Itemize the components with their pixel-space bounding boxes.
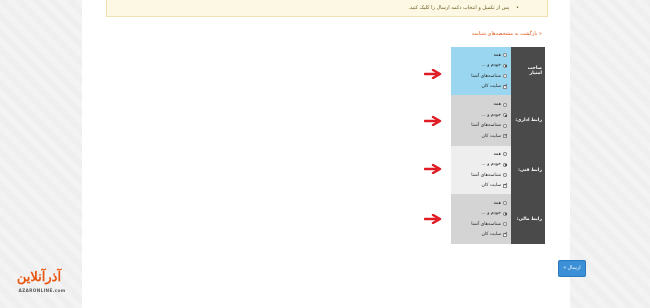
role-row: همه خودم و ... شناسه‌های آشنا سایت کان رابط … (451, 146, 545, 194)
role-option-label: سایت کان (481, 84, 501, 90)
role-option-label: همه (493, 200, 501, 206)
checkbox[interactable] (503, 83, 508, 89)
logo-sub-text: AZARONLINE.com (18, 289, 66, 294)
role-label: رابط فنی: (511, 146, 545, 194)
role-row: همه خودم و ... شناسه‌های آشنا سایت کان صاحب … (451, 47, 545, 95)
radio-button[interactable] (503, 63, 507, 68)
role-option-label: سایت کان (481, 183, 501, 189)
role-option[interactable]: همه (455, 149, 507, 160)
role-option-label: خودم و ... (481, 63, 501, 69)
role-label: رابط اداری: (511, 95, 545, 146)
checkbox[interactable] (503, 133, 508, 139)
checkbox[interactable] (503, 231, 508, 237)
back-link[interactable]: « بازگشت به مشخصه‌های شناسه (472, 31, 542, 37)
red-arrow-icon (424, 69, 442, 79)
red-arrow-icon (424, 164, 442, 174)
role-option-label: سایت کان (481, 133, 501, 139)
role-option[interactable]: سایت کان (455, 131, 508, 142)
radio-button[interactable] (503, 201, 507, 206)
role-option[interactable]: سایت کان (455, 230, 508, 241)
red-arrow-icon (424, 116, 442, 126)
radio-button[interactable] (503, 152, 507, 157)
role-option-label: همه (493, 151, 501, 157)
role-option-label: خودم و ... (481, 211, 501, 217)
role-option-label: خودم و ... (481, 112, 501, 118)
role-option[interactable]: سایت کان (455, 181, 508, 192)
role-option[interactable]: خودم و ... (455, 110, 507, 121)
role-options: همه خودم و ... شناسه‌های آشنا سایت کان (451, 146, 511, 194)
submit-button[interactable]: ارسال » (558, 260, 586, 277)
radio-button[interactable] (503, 102, 507, 107)
radio-button[interactable] (503, 211, 507, 216)
role-option[interactable]: خودم و ... (455, 160, 507, 171)
role-option[interactable]: خودم و ... (455, 61, 507, 72)
role-option-label: شناسه‌های آشنا (471, 172, 501, 178)
radio-button[interactable] (503, 222, 507, 227)
role-option[interactable]: همه (455, 198, 507, 209)
red-arrow-icon (424, 214, 442, 224)
role-option-label: شناسه‌های آشنا (471, 221, 501, 227)
role-row: همه خودم و ... شناسه‌های آشنا سایت کان رابط … (451, 194, 545, 244)
role-option-label: همه (493, 52, 501, 58)
role-option[interactable]: همه (455, 50, 507, 61)
role-options: همه خودم و ... شناسه‌های آشنا سایت کان (451, 47, 511, 95)
notice-bullet: • (516, 5, 519, 11)
radio-button[interactable] (503, 53, 507, 58)
role-option[interactable]: همه (455, 100, 507, 111)
role-option-label: سایت کان (481, 232, 501, 238)
radio-button[interactable] (503, 113, 507, 118)
logo-main-text: آذرآنلاین (16, 270, 62, 285)
role-label: رابط مالی: (511, 194, 545, 244)
radio-button[interactable] (503, 123, 507, 128)
role-option-label: شناسه‌های آشنا (471, 73, 501, 79)
checkbox[interactable] (503, 182, 508, 188)
radio-button[interactable] (503, 74, 507, 79)
role-label: صاحب امتیاز (511, 47, 545, 95)
radio-button[interactable] (503, 162, 507, 167)
main-content: • پس از تکمیل و انتخاب دکمه ارسال را کلی… (82, 0, 586, 308)
contact-roles-table: همه خودم و ... شناسه‌های آشنا سایت کان صاحب … (451, 47, 545, 244)
notice-text: پس از تکمیل و انتخاب دکمه ارسال را کلیک … (408, 5, 510, 11)
role-option[interactable]: شناسه‌های آشنا (455, 121, 507, 132)
page: • پس از تکمیل و انتخاب دکمه ارسال را کلی… (0, 0, 650, 308)
role-option[interactable]: شناسه‌های آشنا (455, 219, 507, 230)
role-option[interactable]: خودم و ... (455, 209, 507, 220)
radio-button[interactable] (503, 173, 507, 178)
role-option-label: خودم و ... (481, 162, 501, 168)
role-option[interactable]: شناسه‌های آشنا (455, 170, 507, 181)
role-option[interactable]: سایت کان (455, 82, 508, 93)
role-options: همه خودم و ... شناسه‌های آشنا سایت کان (451, 95, 511, 146)
role-option[interactable]: شناسه‌های آشنا (455, 71, 507, 82)
role-option-label: همه (493, 102, 501, 108)
watermark-logo: آذرآنلاین AZARONLINE.com (4, 270, 74, 304)
notice-box: • پس از تکمیل و انتخاب دکمه ارسال را کلی… (106, 0, 548, 17)
role-option-label: شناسه‌های آشنا (471, 123, 501, 129)
role-row: همه خودم و ... شناسه‌های آشنا سایت کان رابط … (451, 95, 545, 146)
role-options: همه خودم و ... شناسه‌های آشنا سایت کان (451, 194, 511, 244)
